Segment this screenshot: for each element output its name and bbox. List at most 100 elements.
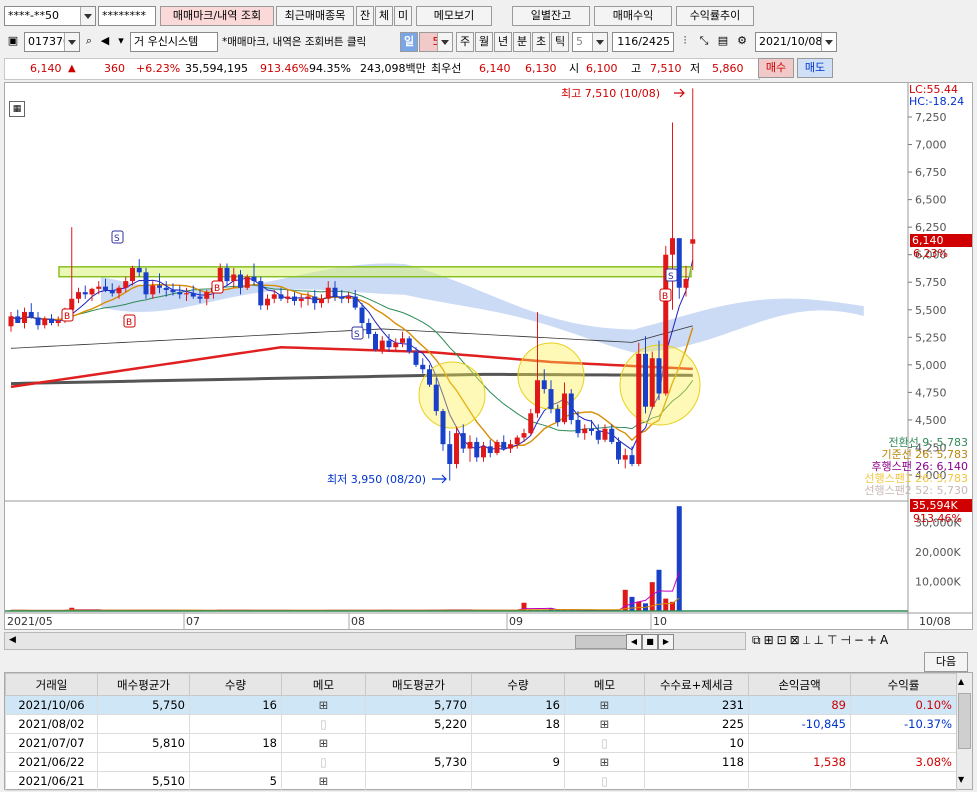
memo-cell[interactable]: ▯ [564,733,645,753]
period-second-button[interactable]: 초 [532,32,550,52]
chart-scrollbar[interactable]: ◀ ◀ ■ ▶ [4,632,746,650]
chart-tools[interactable]: ⧉⊞⊡⊠⟂⊥⊤⊣−+A [752,633,891,648]
table-row[interactable]: 2021/07/07 5,810 18 ⊞ ▯ 10 [5,733,957,753]
data-count-field[interactable]: 116/2425 [612,32,674,52]
memo-empty-icon[interactable]: ▯ [320,755,326,769]
tick-n-select[interactable]: 5 [572,32,608,52]
scroll-up-icon[interactable]: ▲ [958,677,964,686]
memo-add-icon[interactable]: ⊞ [319,774,329,788]
memo-cell[interactable]: ⊞ [564,752,645,772]
memo-cell[interactable]: ⊞ [281,733,366,753]
memo-empty-icon[interactable]: ▯ [601,736,607,750]
chevron-down-icon[interactable] [80,7,95,25]
gear-icon[interactable]: ⚙ [734,32,750,50]
candle-body [143,272,149,295]
date-field[interactable]: 2021/10/08 [755,32,837,52]
return-trend-button[interactable]: 수익률추이 [676,6,754,26]
password-input[interactable]: ******** [98,6,156,26]
balance-button[interactable]: 잔 [356,6,374,26]
column-header[interactable]: 수량 [471,673,565,696]
table-row[interactable]: 2021/06/22 ▯ 5,730 9 ⊞ 118 1,538 3.08% [5,752,957,772]
column-header[interactable]: 수익률 [850,673,957,696]
period-week-button[interactable]: 주 [456,32,474,52]
rewind-icon[interactable]: ◀ [626,634,642,650]
grid-toggle-icon[interactable]: ▦ [9,101,25,117]
memo-view-button[interactable]: 메모보기 [416,6,492,26]
period-year-button[interactable]: 년 [494,32,512,52]
chevron-down-icon[interactable] [592,33,607,51]
save-icon[interactable]: ▤ [715,32,731,50]
daily-balance-button[interactable]: 일별잔고 [512,6,590,26]
table-scrollbar[interactable]: ▲ ▼ [956,673,972,789]
period-minute-button[interactable]: 분 [513,32,531,52]
account-select[interactable]: ****-**50 [4,6,96,26]
trading-profit-button[interactable]: 매매수익 [594,6,672,26]
trade-mark-query-button[interactable]: 매매마크/내역 조회 [160,6,274,26]
column-header[interactable]: 매수평균가 [97,673,190,696]
memo-cell[interactable]: ▯ [564,771,645,791]
column-header[interactable]: 수수료+제세금 [644,673,749,696]
draw-tool-icon[interactable]: ⤡ [696,32,712,50]
scroll-thumb[interactable] [575,635,627,649]
candle-body [352,296,358,308]
calendar-icon[interactable] [821,33,836,51]
table-scroll-thumb[interactable] [958,693,971,749]
speaker-icon[interactable]: ◀ [97,32,113,50]
memo-add-icon[interactable]: ⊞ [600,698,610,712]
candle-body [643,353,648,407]
column-header[interactable]: 메모 [281,673,366,696]
period-month-button[interactable]: 월 [475,32,493,52]
column-header[interactable]: 거래일 [5,673,98,696]
forward-icon[interactable]: ▶ [658,634,674,650]
memo-add-icon[interactable]: ⊞ [600,717,610,731]
column-header[interactable]: 손익금액 [748,673,851,696]
stock-name-field[interactable]: 거 우신시스템 [130,32,218,52]
sell-button[interactable]: 매도 [797,58,833,78]
tick-n-value: 5 [576,35,583,48]
table-row[interactable]: 2021/06/21 5,510 5 ⊞ ▯ [5,771,957,791]
candle-body [177,292,183,295]
memo-add-icon[interactable]: ⊞ [319,736,329,750]
scroll-down-icon[interactable]: ▼ [958,775,964,784]
period-day-button[interactable]: 일 [400,32,418,52]
table-row[interactable]: 2021/08/02 ▯ 5,220 18 ⊞ 225 -10,845 -10.37% [5,714,957,734]
table-cell [748,771,851,791]
stop-icon[interactable]: ■ [642,634,658,650]
unfilled-button[interactable]: 미 [394,6,412,26]
memo-cell[interactable]: ▯ [281,714,366,734]
next-page-button[interactable]: 다음 [924,652,968,672]
memo-add-icon[interactable]: ⊞ [600,755,610,769]
recent-trades-button[interactable]: 최근매매종목 [276,6,354,26]
table-row[interactable]: 2021/10/06 5,750 16 ⊞ 5,770 16 ⊞ 231 89 0.10% [5,695,957,715]
memo-empty-icon[interactable]: ▯ [320,717,326,731]
search-icon[interactable]: ⌕ [81,32,97,50]
period-n-select[interactable]: 5 [419,32,453,52]
layout-icon[interactable]: ▣ [5,32,21,50]
filled-button[interactable]: 체 [375,6,393,26]
memo-cell[interactable]: ⊞ [281,771,366,791]
candle-body [298,298,304,301]
resistance-zone [58,266,692,278]
candle-body [582,428,588,434]
memo-cell[interactable]: ⊞ [564,695,645,715]
memo-cell[interactable]: ⊞ [281,695,366,715]
period-tick-button[interactable]: 틱 [551,32,569,52]
memo-cell[interactable]: ⊞ [564,714,645,734]
memo-add-icon[interactable]: ⊞ [319,698,329,712]
price-change: 360 [104,62,125,75]
chevron-down-icon[interactable] [64,33,79,51]
ma-120-line [10,372,693,386]
stock-code-input[interactable]: 017370 [24,32,80,52]
column-header[interactable]: 메모 [564,673,645,696]
column-header[interactable]: 매도평균가 [365,673,472,696]
chevron-down-icon[interactable] [437,33,452,51]
column-header[interactable]: 수량 [189,673,282,696]
scroll-left-icon[interactable]: ◀ [9,635,16,645]
memo-cell[interactable]: ▯ [281,752,366,772]
buy-button[interactable]: 매수 [758,58,794,78]
chevron-down-icon[interactable]: ▾ [113,32,129,50]
memo-empty-icon[interactable]: ▯ [601,774,607,788]
chart-pane[interactable]: 7,250 7,000 6,750 6,500 6,250 6,000 5,750 5,500… [4,82,973,630]
price-chart[interactable]: 7,2507,0006,7506,5006,2506,0005,7505,500… [5,83,972,629]
candle-style-icon[interactable]: ⫶ [677,32,693,50]
